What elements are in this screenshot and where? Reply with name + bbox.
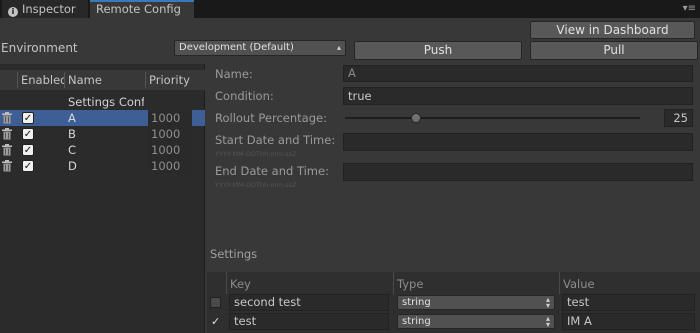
settings-section-title: Settings	[210, 247, 258, 261]
environment-label: Environment	[1, 41, 78, 55]
config-list-header: Enabled Name Priority	[0, 70, 205, 90]
tab-menu-icon[interactable]: ▾≡	[683, 3, 696, 14]
start-date-field[interactable]	[343, 133, 693, 151]
dropdown-arrow-icon: ▴▾	[545, 295, 550, 310]
info-icon: i	[8, 7, 18, 17]
end-date-format-hint: YYYY-MM-DDThh:mm:ssZ	[215, 181, 297, 189]
settings-header-type[interactable]: Type	[394, 276, 554, 292]
config-row-priority[interactable]: 1000	[148, 142, 192, 158]
trash-icon[interactable]	[1, 128, 13, 140]
condition-field[interactable]: true	[343, 87, 693, 105]
column-header-enabled[interactable]: Enabled	[18, 70, 64, 90]
settings-header-value[interactable]: Value	[560, 276, 690, 292]
tab-inspector-label: Inspector	[22, 2, 76, 16]
config-row-name: B	[68, 127, 76, 141]
config-row[interactable]: ✓ B 1000	[0, 126, 205, 142]
trash-icon[interactable]	[1, 144, 13, 156]
trash-icon[interactable]	[1, 112, 13, 124]
setting-type-value: string	[402, 297, 431, 308]
rollout-percentage-field[interactable]: 25	[664, 109, 693, 127]
config-row-priority[interactable]: 1000	[148, 126, 192, 142]
setting-key-field[interactable]: second test	[229, 294, 389, 311]
tab-inspector[interactable]: i Inspector	[2, 0, 88, 18]
end-date-label: End Date and Time:	[215, 164, 329, 178]
config-row-name: D	[68, 159, 77, 173]
tab-remote-config[interactable]: Remote Config	[90, 0, 194, 18]
setting-checkbox[interactable]	[210, 297, 221, 308]
config-row-priority[interactable]: 1000	[148, 158, 192, 174]
end-date-field[interactable]	[343, 163, 693, 181]
rollout-slider-track[interactable]	[345, 117, 640, 119]
enabled-checkbox[interactable]: ✓	[22, 112, 34, 124]
settings-config-group-label: Settings Config	[68, 95, 144, 109]
settings-table: Key Type Value second test string ▴ ▾ test ✓ t…	[207, 272, 700, 333]
condition-label: Condition:	[215, 89, 274, 103]
tab-remote-config-label: Remote Config	[96, 2, 181, 16]
view-dashboard-button[interactable]: View in Dashboard	[530, 21, 695, 39]
rollout-percentage-label: Rollout Percentage:	[215, 111, 327, 125]
setting-key-field[interactable]: test	[229, 313, 389, 330]
environment-dropdown-value: Development (Default)	[179, 42, 294, 53]
push-button[interactable]: Push	[354, 41, 522, 60]
column-header-priority[interactable]: Priority	[146, 70, 196, 90]
start-date-format-hint: YYYY-MM-DDThh:mm:ssZ	[215, 150, 297, 158]
column-header-name[interactable]: Name	[65, 70, 145, 90]
rollout-slider-handle[interactable]	[410, 113, 421, 123]
name-field[interactable]: A	[343, 65, 693, 82]
name-label: Name:	[215, 67, 253, 81]
dropdown-arrow-icon: ▴▾	[545, 314, 550, 329]
setting-type-value: string	[402, 316, 431, 327]
trash-icon[interactable]	[1, 160, 13, 172]
setting-type-dropdown[interactable]: string ▴ ▾	[397, 314, 555, 329]
pull-button[interactable]: Pull	[530, 41, 698, 60]
config-row-name: C	[68, 143, 77, 157]
config-row-name: A	[68, 111, 76, 125]
settings-header-key[interactable]: Key	[227, 276, 387, 292]
dropdown-arrow-icon: ▴▾	[336, 43, 341, 52]
start-date-label: Start Date and Time:	[215, 133, 336, 147]
setting-type-dropdown[interactable]: string ▴ ▾	[397, 295, 555, 310]
setting-value-field[interactable]: IM A	[562, 313, 695, 330]
environment-dropdown[interactable]: Development (Default) ▴▾	[174, 40, 346, 56]
tab-bar: i Inspector Remote Config ▾≡	[0, 0, 700, 18]
enabled-checkbox[interactable]: ✓	[22, 144, 34, 156]
enabled-checkbox[interactable]: ✓	[22, 128, 34, 140]
setting-value-field[interactable]: test	[562, 294, 695, 311]
config-row-priority[interactable]: 1000	[148, 110, 192, 126]
config-row[interactable]: ✓ A 1000	[0, 110, 205, 126]
setting-checkbox[interactable]: ✓	[210, 316, 221, 327]
config-row[interactable]: ✓ C 1000	[0, 142, 205, 158]
config-row[interactable]: ✓ D 1000	[0, 158, 205, 174]
enabled-checkbox[interactable]: ✓	[22, 160, 34, 172]
